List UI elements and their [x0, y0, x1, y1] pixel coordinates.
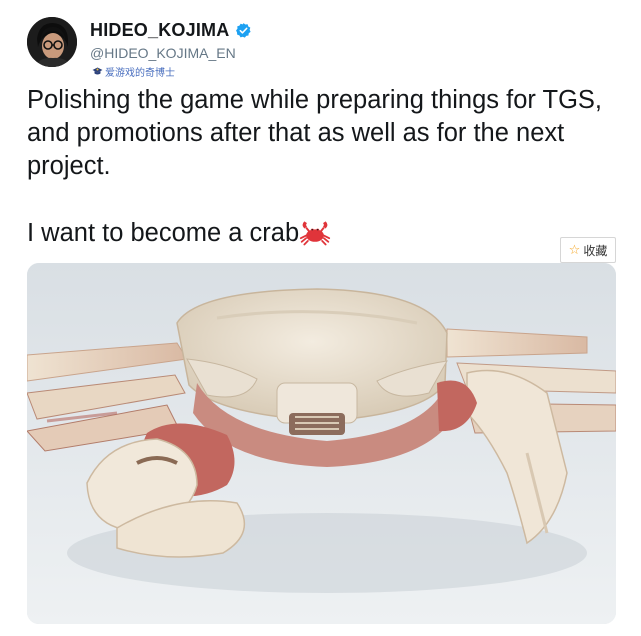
tweet-media-image[interactable]	[27, 263, 616, 624]
graduation-cap-icon	[92, 67, 103, 75]
watermark-text: 爱游戏的奇博士	[105, 68, 175, 79]
user-handle[interactable]: @HIDEO_KOJIMA_EN	[90, 45, 236, 61]
avatar[interactable]	[27, 17, 77, 67]
tweet-text: Polishing the game while preparing thing…	[27, 84, 627, 250]
display-name[interactable]: HIDEO_KOJIMA	[90, 20, 229, 41]
star-outline-icon: ☆	[568, 242, 581, 258]
tweet-paragraph-text: I want to become a crab	[27, 219, 300, 247]
verified-badge-icon	[236, 23, 252, 38]
tweet-paragraph: I want to become a crab	[27, 217, 627, 250]
crab-photo	[27, 263, 616, 624]
tweet-paragraph: Polishing the game while preparing thing…	[27, 86, 603, 180]
crab-emoji	[300, 221, 331, 246]
tweet-author: HIDEO_KOJIMA	[90, 20, 252, 41]
person-with-glasses-avatar	[27, 17, 77, 67]
favorite-button[interactable]: ☆ 收藏	[560, 237, 616, 263]
favorite-button-label: 收藏	[583, 243, 608, 258]
watermark: 爱游戏的奇博士	[92, 64, 175, 79]
